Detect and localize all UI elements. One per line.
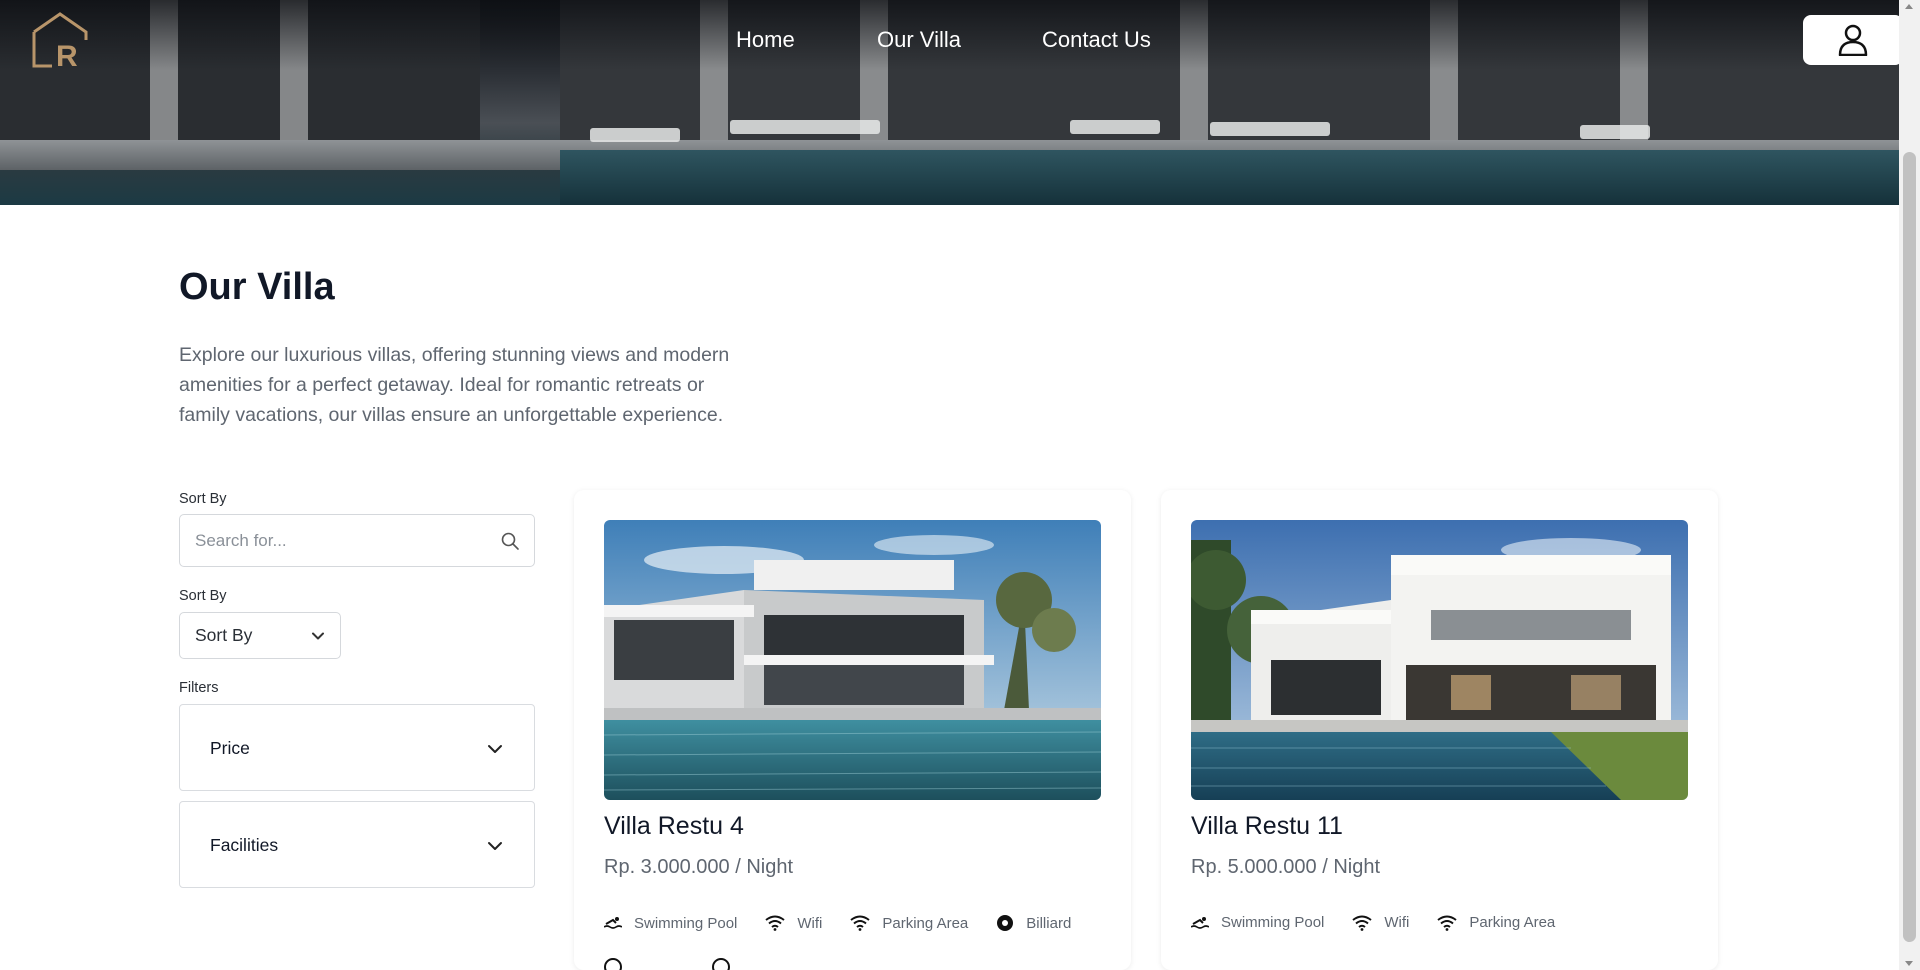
search-icon[interactable] xyxy=(500,531,520,551)
swimming-icon xyxy=(604,917,622,929)
account-button[interactable] xyxy=(1803,15,1903,65)
chevron-down-icon xyxy=(488,745,502,753)
sort-label: Sort By xyxy=(179,588,227,604)
villa-image[interactable] xyxy=(604,520,1101,800)
sort-select-value: Sort By xyxy=(195,625,253,645)
amenity-label: Wifi xyxy=(1384,914,1410,931)
villa-price: Rp. 3.000.000 / Night xyxy=(604,856,794,878)
filters-label: Filters xyxy=(179,680,219,696)
scroll-up-icon[interactable] xyxy=(1905,4,1913,9)
filter-facilities[interactable]: Facilities xyxy=(179,801,535,888)
chevron-down-icon xyxy=(488,842,502,850)
amenity-label: Parking Area xyxy=(1469,914,1556,931)
page-scrollbar[interactable] xyxy=(1899,0,1920,970)
nav-our-villa[interactable]: Our Villa xyxy=(877,27,961,53)
villa-name[interactable]: Villa Restu 11 xyxy=(1191,812,1343,841)
search-label: Sort By xyxy=(179,491,227,507)
villa-card[interactable]: Villa Restu 4 Rp. 3.000.000 / Night Swim… xyxy=(574,490,1131,970)
amenity-label: Wifi xyxy=(797,914,823,932)
wifi-icon xyxy=(1437,915,1457,931)
amenity-label: Swimming Pool xyxy=(1221,914,1325,931)
amenity-list: Swimming Pool Wifi Parking Area xyxy=(1191,914,1583,931)
nav-contact-us[interactable]: Contact Us xyxy=(1042,27,1151,53)
amenity-label: Parking Area xyxy=(882,914,969,932)
scrollbar-thumb[interactable] xyxy=(1903,152,1916,942)
logo-letter: R xyxy=(56,40,78,70)
wifi-icon xyxy=(850,915,870,931)
villa-image[interactable] xyxy=(1191,520,1688,800)
wifi-icon xyxy=(765,915,785,931)
amenity-item: Parking Area xyxy=(1437,914,1555,931)
amenity-label: Billiard xyxy=(1026,914,1072,932)
wifi-icon xyxy=(1352,915,1372,931)
user-icon xyxy=(1838,24,1868,56)
villa-card[interactable]: Villa Restu 11 Rp. 5.000.000 / Night Swi… xyxy=(1161,490,1718,970)
filter-price-label: Price xyxy=(210,738,250,758)
sort-select[interactable]: Sort By xyxy=(179,612,341,659)
villa-name[interactable]: Villa Restu 4 xyxy=(604,812,744,841)
amenity-label: Swimming Pool xyxy=(634,914,738,932)
chevron-down-icon xyxy=(312,632,324,640)
search-input[interactable] xyxy=(180,515,480,566)
amenity-item: Billiard xyxy=(996,914,1071,932)
brand-logo[interactable]: R xyxy=(30,10,90,73)
page-title: Our Villa xyxy=(179,266,335,308)
amenity-list-overflow xyxy=(604,958,730,970)
billiard-icon xyxy=(712,958,730,970)
billiard-icon xyxy=(997,915,1014,931)
page-description: Explore our luxurious villas, offering s… xyxy=(179,344,730,426)
scroll-down-icon[interactable] xyxy=(1905,961,1913,966)
search-box xyxy=(179,514,535,567)
filter-price[interactable]: Price xyxy=(179,704,535,791)
billiard-icon xyxy=(604,958,622,970)
amenity-list: Swimming Pool Wifi Parking Area xyxy=(604,914,1099,932)
nav-home[interactable]: Home xyxy=(736,27,795,53)
amenity-item: Wifi xyxy=(765,915,822,932)
amenity-item: Swimming Pool xyxy=(604,915,737,932)
amenity-item: Parking Area xyxy=(850,915,968,932)
villa-price: Rp. 5.000.000 / Night xyxy=(1191,856,1381,878)
filter-facilities-label: Facilities xyxy=(210,835,279,855)
amenity-item: Swimming Pool xyxy=(1191,914,1324,931)
swimming-icon xyxy=(1191,916,1209,929)
amenity-item: Wifi xyxy=(1352,914,1409,931)
